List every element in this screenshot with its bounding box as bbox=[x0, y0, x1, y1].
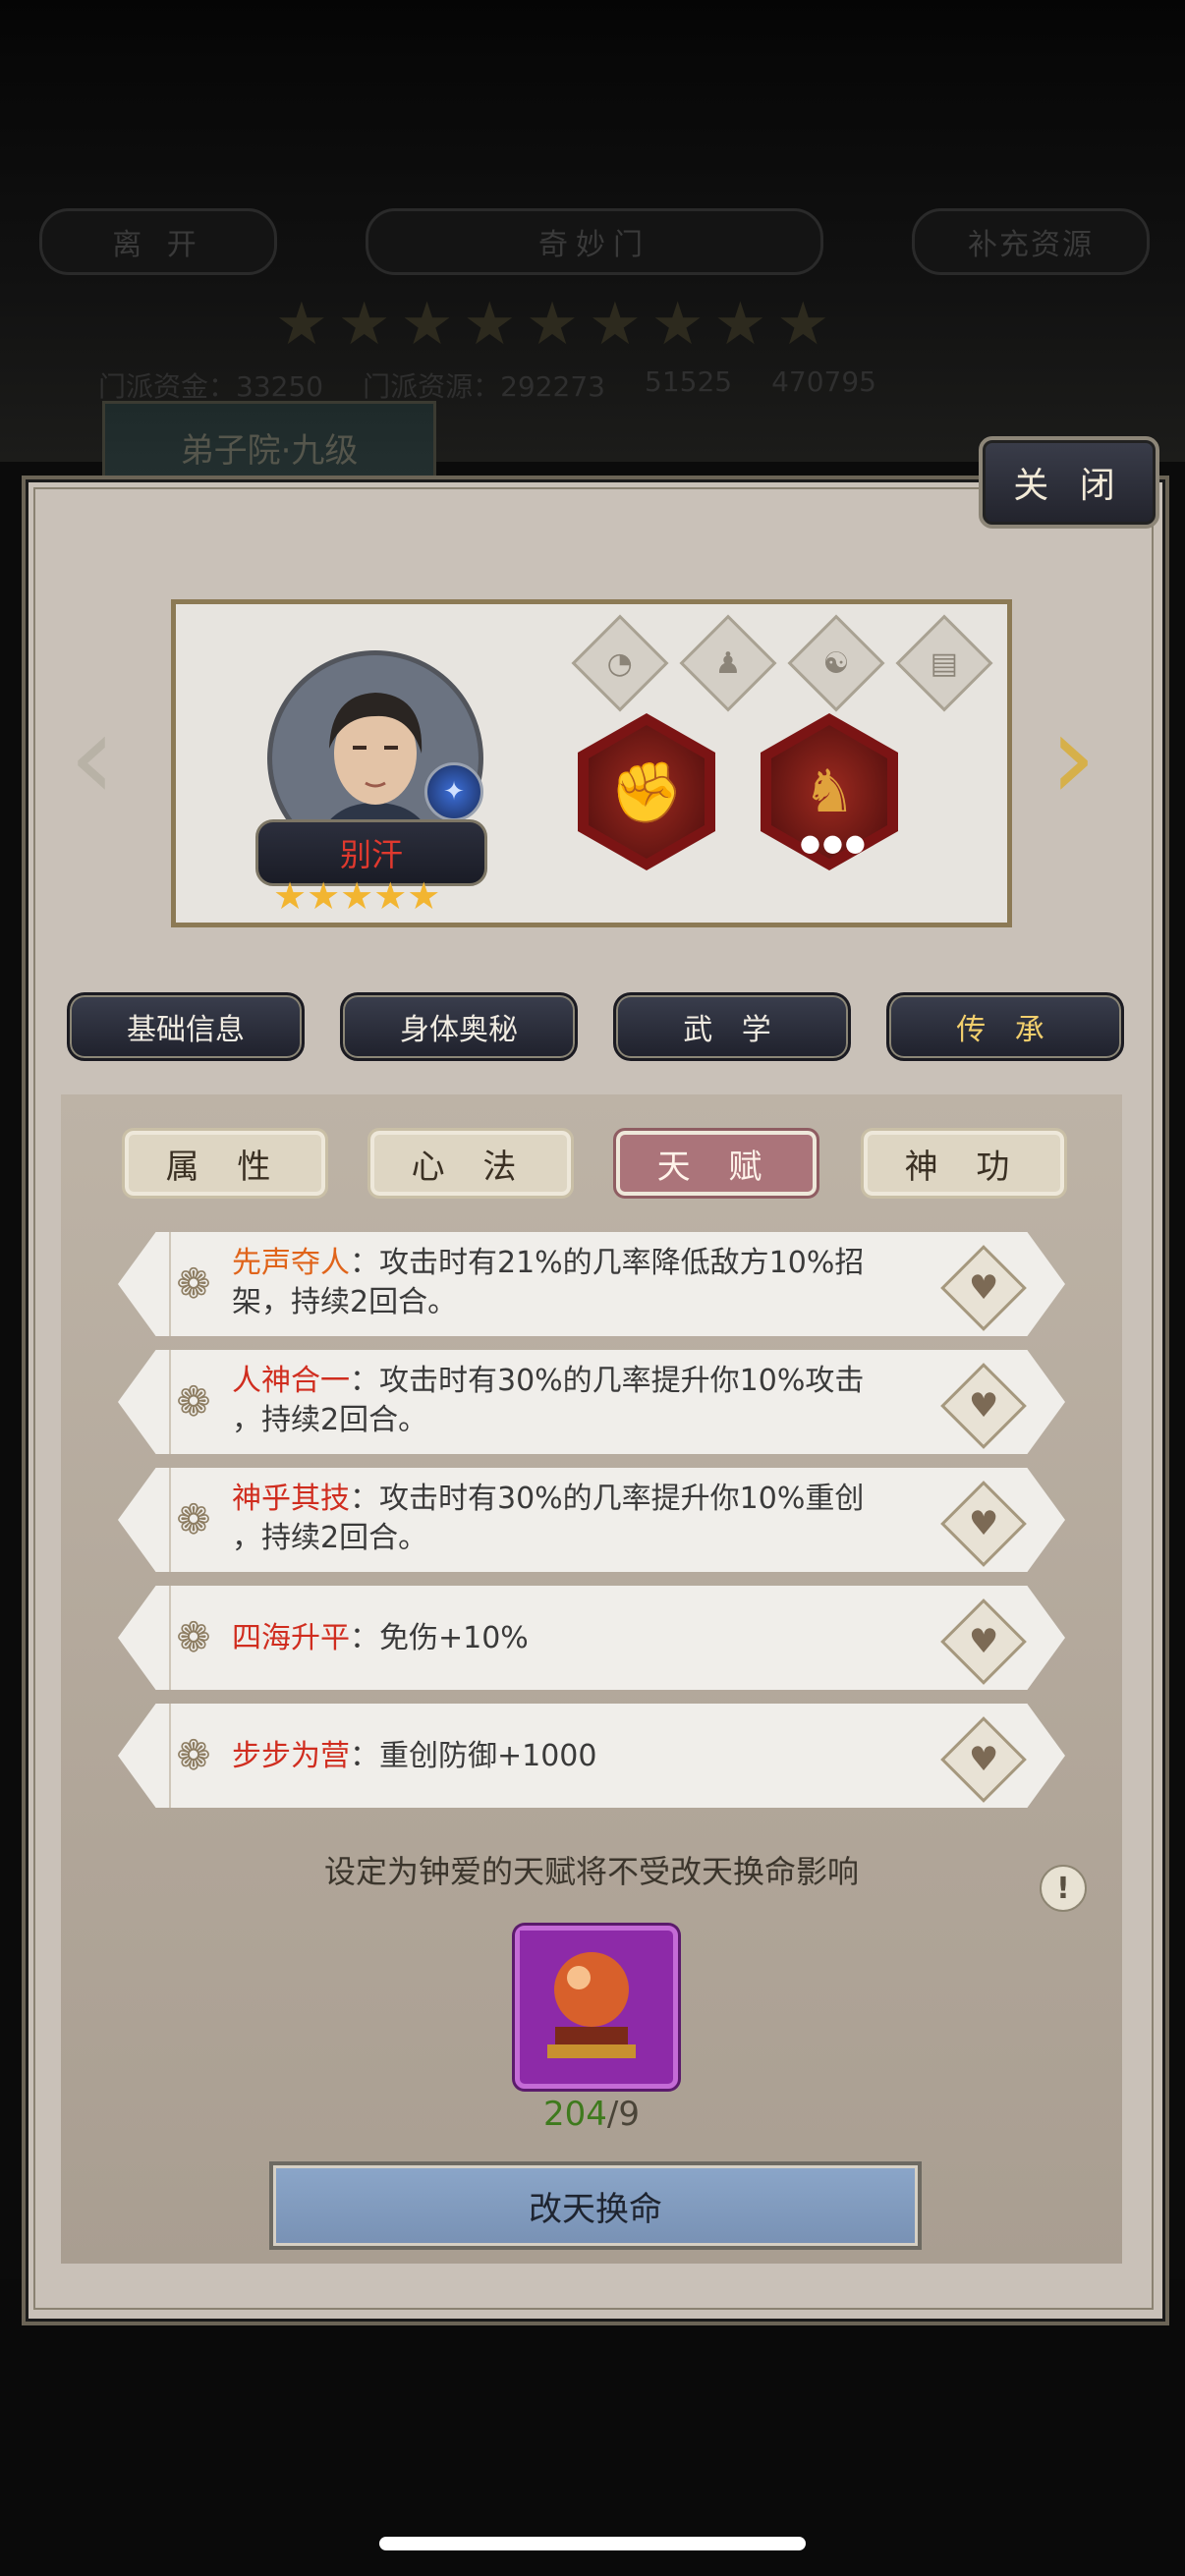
talent-text: 神乎其技：攻击时有30%的几率提升你10%重创 ，持续2回合。 bbox=[232, 1482, 865, 1555]
info-icon[interactable]: ! bbox=[1040, 1865, 1087, 1912]
replenish-button: 补充资源 bbox=[912, 208, 1150, 275]
subtab-divine-skill[interactable]: 神 功 bbox=[861, 1128, 1067, 1199]
tab-body-secrets[interactable]: 身体奥秘 bbox=[340, 992, 578, 1061]
hero-stars: ★★★★★ bbox=[273, 874, 441, 918]
class-badge-icon: ✦ bbox=[424, 762, 483, 821]
talent-name: 人神合一 bbox=[232, 1364, 350, 1398]
item-count: 204/9 bbox=[542, 2095, 640, 2134]
talent-note: 设定为钟爱的天赋将不受改天换命影响 bbox=[323, 1853, 859, 1890]
talent-flower-icon: ❁ bbox=[176, 1731, 211, 1779]
armored-horse-icon: ♞ bbox=[803, 757, 856, 826]
talent-text: 步步为营：重创防御+1000 bbox=[232, 1739, 597, 1773]
equip-horse[interactable]: ♞ ●●● bbox=[761, 713, 898, 870]
talent-flower-icon: ❁ bbox=[176, 1260, 211, 1308]
leave-button: 离 开 bbox=[39, 208, 277, 275]
home-indicator[interactable] bbox=[379, 2537, 806, 2550]
talent-text: 四海升平：免伤+10% bbox=[232, 1621, 529, 1655]
tab-martial-arts[interactable]: 武 学 bbox=[613, 992, 851, 1061]
equip-gauntlet[interactable]: ✊ bbox=[578, 713, 715, 870]
prev-hero-arrow-icon[interactable]: ‹ bbox=[69, 700, 116, 817]
tab-basic-info[interactable]: 基础信息 bbox=[67, 992, 305, 1061]
sect-funds: 门派资金：33250 bbox=[98, 370, 324, 403]
talent-name: 四海升平 bbox=[232, 1621, 350, 1655]
golden-gauntlet-icon: ✊ bbox=[609, 757, 684, 827]
sect-resources: 门派资源：292273 bbox=[363, 370, 605, 403]
talent-name: 神乎其技 bbox=[232, 1482, 350, 1516]
stat-b: 470795 bbox=[771, 365, 876, 398]
talent-name: 步步为营 bbox=[232, 1739, 350, 1773]
subtab-attributes[interactable]: 属 性 bbox=[122, 1128, 328, 1199]
tab-inheritance[interactable]: 传 承 bbox=[886, 992, 1124, 1061]
subtab-mind-method[interactable]: 心 法 bbox=[367, 1128, 574, 1199]
reroll-fate-button[interactable]: 改天换命 bbox=[269, 2161, 922, 2250]
stat-a: 51525 bbox=[645, 365, 733, 398]
talent-text: 人神合一：攻击时有30%的几率提升你10%攻击 ，持续2回合。 bbox=[232, 1364, 865, 1437]
subtab-talents[interactable]: 天 赋 bbox=[613, 1128, 819, 1199]
sect-name-banner: 奇妙门 bbox=[366, 208, 823, 275]
resource-row: 门派资金：33250 门派资源：292273 51525 470795 bbox=[98, 365, 876, 405]
talent-flower-icon: ❁ bbox=[176, 1377, 211, 1426]
next-hero-arrow-icon[interactable]: › bbox=[1049, 700, 1097, 817]
more-icon: ●●● bbox=[800, 829, 868, 857]
reroll-item-slot[interactable] bbox=[515, 1926, 678, 2089]
talent-text: 先声夺人：攻击时有21%的几率降低敌方10%招 架，持续2回合。 bbox=[232, 1246, 865, 1319]
talent-name: 先声夺人 bbox=[232, 1246, 350, 1280]
talent-flower-icon: ❁ bbox=[176, 1613, 211, 1661]
talent-flower-icon: ❁ bbox=[176, 1495, 211, 1543]
crystal-orb-icon bbox=[520, 1931, 663, 2074]
close-button[interactable]: 关 闭 bbox=[979, 436, 1159, 529]
sect-stars: ★★★★★★★★★ bbox=[275, 290, 840, 359]
